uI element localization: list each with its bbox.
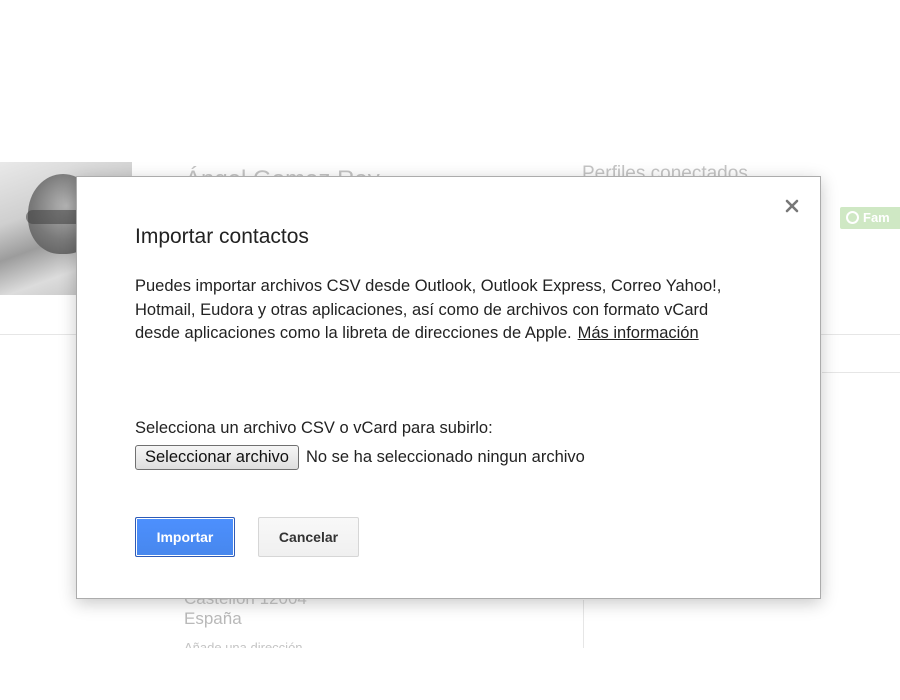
close-icon	[785, 199, 799, 213]
import-button[interactable]: Importar	[135, 517, 235, 557]
circle-badge[interactable]: Fam	[840, 207, 900, 229]
choose-file-button[interactable]: Seleccionar archivo	[135, 444, 299, 470]
close-button[interactable]	[781, 195, 803, 217]
more-info-link[interactable]: Más información	[578, 324, 699, 342]
import-contacts-dialog: Importar contactos Puedes importar archi…	[76, 176, 821, 599]
contacts-page: Ángel Gomez Rey Perfiles conectados Fam …	[0, 0, 900, 700]
add-address-link[interactable]: Añade una dirección	[184, 640, 303, 648]
circle-icon	[846, 211, 859, 224]
dialog-title: Importar contactos	[135, 225, 309, 248]
file-picker: Seleccionar archivo No se ha seleccionad…	[135, 444, 585, 470]
address-country: España	[184, 609, 242, 628]
circle-badge-label: Fam	[863, 210, 890, 225]
cancel-button[interactable]: Cancelar	[258, 517, 359, 557]
import-description: Puedes importar archivos CSV desde Outlo…	[135, 275, 735, 346]
column-divider	[583, 600, 584, 648]
page-bottom-area	[0, 648, 900, 700]
file-status-text: No se ha seleccionado ningun archivo	[306, 447, 585, 466]
section-divider-right	[822, 372, 900, 373]
file-prompt-label: Selecciona un archivo CSV o vCard para s…	[135, 419, 493, 437]
